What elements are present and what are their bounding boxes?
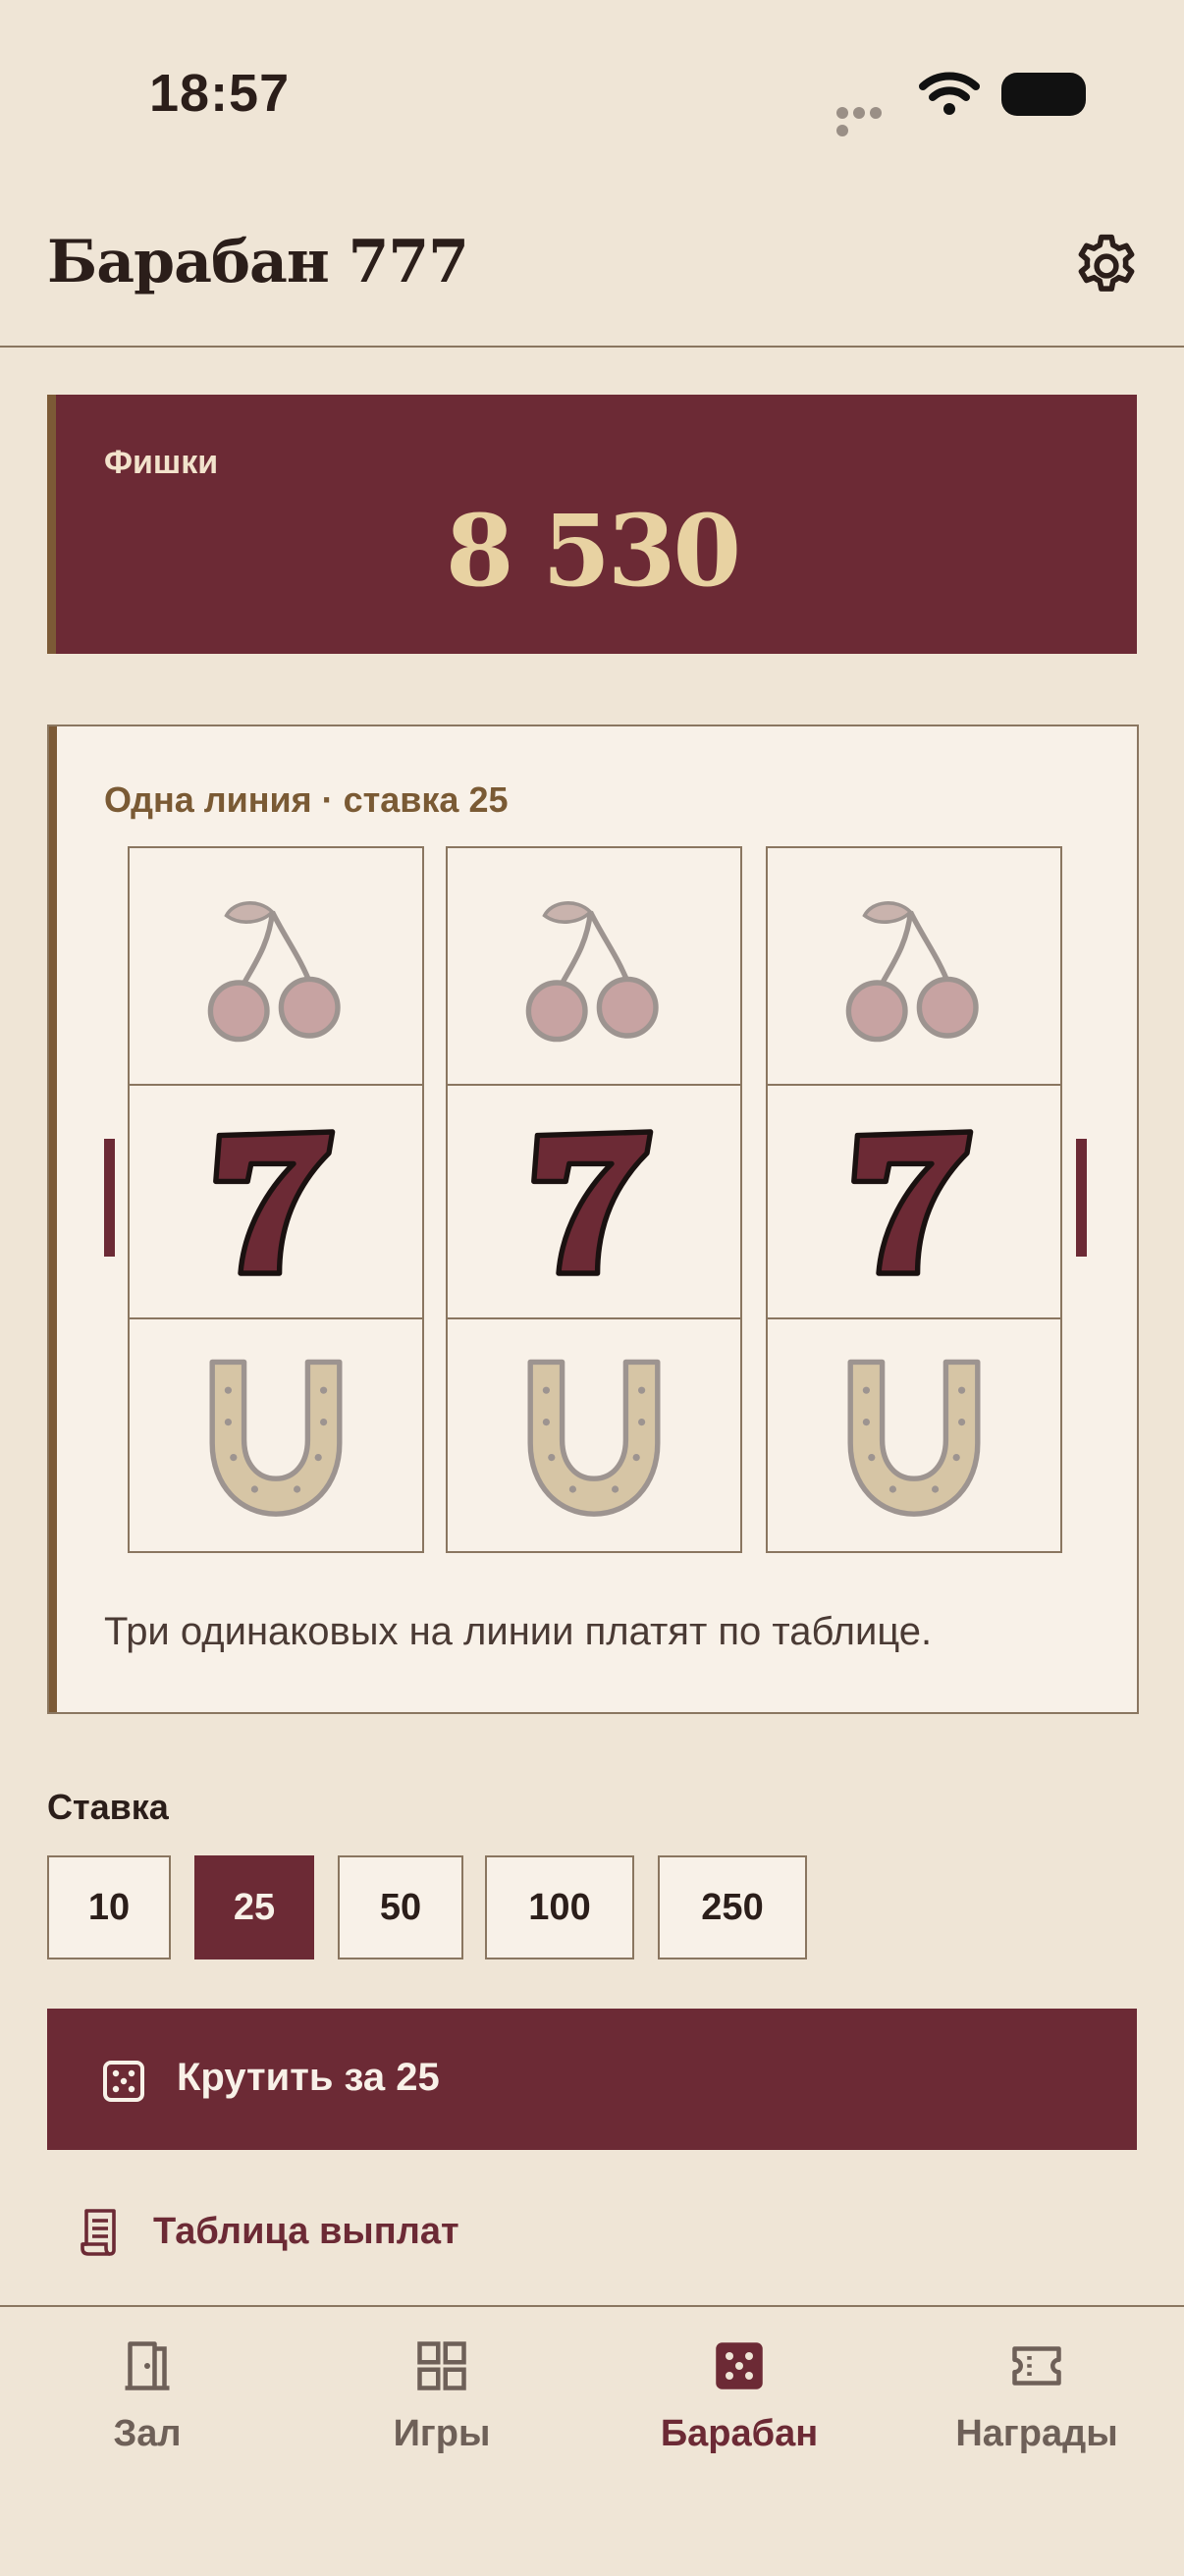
door-icon <box>125 2341 170 2390</box>
bet-option-10[interactable]: 10 <box>47 1855 171 1959</box>
signal-dots-icon <box>836 106 899 136</box>
dice-icon <box>103 2061 144 2102</box>
app-header: Барабан 777 <box>0 187 1184 348</box>
status-bar: 18:57 <box>0 0 1184 187</box>
spin-button[interactable]: Крутить за 25 <box>47 2009 1137 2150</box>
seven-icon <box>768 1084 1060 1319</box>
cherry-icon <box>130 848 422 1082</box>
reel-3 <box>766 846 1062 1553</box>
seven-icon <box>130 1084 422 1319</box>
gear-icon[interactable] <box>1070 230 1143 302</box>
seven-icon <box>448 1084 740 1319</box>
chips-label: Фишки <box>104 444 219 481</box>
slot-subtitle: Одна линия · ставка 25 <box>104 779 509 820</box>
reel-2 <box>446 846 742 1553</box>
page-title: Барабан 777 <box>47 228 469 296</box>
chips-balance-card: Фишки 8 530 <box>47 395 1137 654</box>
tab-label: Барабан <box>660 2413 819 2454</box>
slot-hint: Три одинаковых на линии платят по таблиц… <box>104 1610 933 1653</box>
paytable-label: Таблица выплат <box>153 2211 459 2252</box>
paytable-link[interactable]: Таблица выплат <box>77 2199 567 2266</box>
battery-icon <box>1001 73 1086 116</box>
chips-value: 8 530 <box>445 493 741 609</box>
status-time: 18:57 <box>149 64 291 123</box>
card-accent-bar <box>49 726 57 1712</box>
wifi-icon <box>919 72 980 115</box>
tab-reel[interactable]: Барабан <box>592 2336 887 2474</box>
cherry-icon <box>768 848 1060 1082</box>
tab-hall[interactable]: Зал <box>0 2336 295 2474</box>
bet-option-50[interactable]: 50 <box>338 1855 463 1959</box>
horseshoe-icon <box>130 1317 422 1553</box>
bet-option-100[interactable]: 100 <box>485 1855 634 1959</box>
tab-bar: Зал Игры Барабан Награды <box>0 2305 1184 2576</box>
cherry-icon <box>448 848 740 1082</box>
grid-icon <box>417 2341 466 2390</box>
bet-option-25[interactable]: 25 <box>194 1855 314 1959</box>
tab-label: Награды <box>955 2413 1118 2454</box>
reel-1 <box>128 846 424 1553</box>
tab-games[interactable]: Игры <box>295 2336 589 2474</box>
tab-label: Зал <box>113 2413 182 2454</box>
bet-label: Ставка <box>47 1787 169 1827</box>
tab-label: Игры <box>393 2413 491 2454</box>
dice-icon <box>716 2342 763 2389</box>
ticket-icon <box>1012 2346 1061 2386</box>
tab-rewards[interactable]: Награды <box>889 2336 1184 2474</box>
horseshoe-icon <box>448 1317 740 1553</box>
horseshoe-icon <box>768 1317 1060 1553</box>
receipt-icon <box>81 2209 116 2256</box>
slot-machine-card: Одна линия · ставка 25 Три одинаковых на… <box>47 724 1139 1714</box>
bet-option-250[interactable]: 250 <box>658 1855 807 1959</box>
payline-marker-right <box>1076 1139 1087 1257</box>
spin-button-label: Крутить за 25 <box>177 2056 440 2099</box>
payline-marker-left <box>104 1139 115 1257</box>
